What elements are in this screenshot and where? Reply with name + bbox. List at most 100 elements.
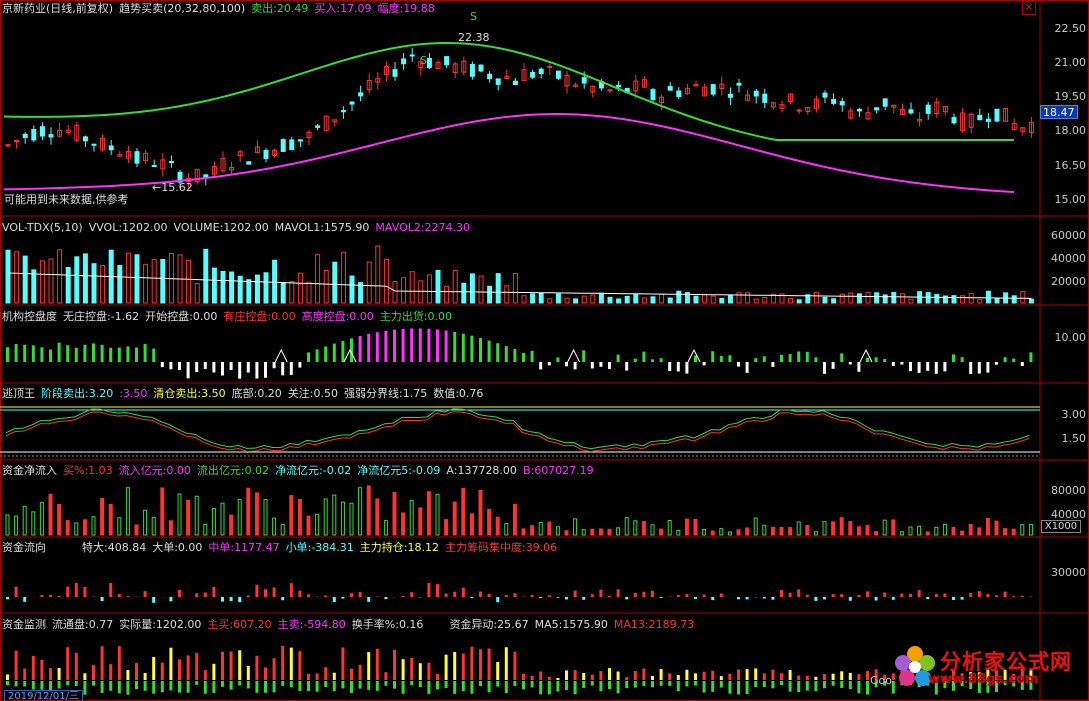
monitor-neg-bar <box>676 681 680 692</box>
control-bar <box>453 331 457 362</box>
volume-bar <box>581 295 587 304</box>
volume-bar <box>263 272 269 304</box>
control-bar <box>728 355 732 362</box>
flow-bar <box>504 595 508 597</box>
control-bar <box>195 362 199 373</box>
monitor-neg-bar <box>745 681 749 695</box>
candle-body <box>495 78 501 85</box>
monitor-neg-bar <box>23 681 27 687</box>
inflow-bar <box>168 520 173 536</box>
candle-body <box>340 110 346 113</box>
jingliu-value: 净流亿元:-0.02 <box>275 464 352 477</box>
volume-bar <box>693 295 699 304</box>
volume-bar <box>125 252 131 304</box>
volume-bar <box>203 248 209 304</box>
volume-bar <box>899 293 905 304</box>
monitor-bar <box>444 654 448 680</box>
inflow-bar <box>547 521 552 536</box>
monitor-neg-bar <box>788 681 792 692</box>
monitor-neg-bar <box>573 681 577 695</box>
candle-body <box>555 70 561 79</box>
flow-bar <box>780 590 783 597</box>
chart-canvas[interactable] <box>0 0 1089 701</box>
monitor-neg-bar <box>513 681 517 686</box>
monitor-bar <box>307 673 310 680</box>
flow-bar <box>530 594 534 597</box>
volume-header: VOL-TDX(5,10) VVOL:1202.00 VOLUME:1202.0… <box>2 221 470 235</box>
monitor-neg-bar <box>324 681 328 688</box>
inflow-bar <box>994 520 999 536</box>
volume-bar <box>194 282 200 304</box>
close-icon[interactable]: × <box>1022 1 1036 15</box>
volume-bar <box>237 275 243 304</box>
monitor-neg-bar <box>109 681 113 691</box>
control-bar <box>917 362 921 373</box>
volume-bar <box>349 275 355 304</box>
inflow-bar <box>237 498 242 536</box>
flow-bar <box>900 593 904 597</box>
control-bar <box>436 329 439 362</box>
flow-bar <box>203 592 207 597</box>
volume-bar <box>186 259 192 304</box>
inflow-bar <box>478 489 483 536</box>
monitor-bar <box>530 675 534 680</box>
inflow-bar <box>719 528 724 536</box>
monitor-bar <box>737 669 740 680</box>
monitor-neg-bar <box>608 681 611 690</box>
volume-bar <box>254 274 260 304</box>
control-bar <box>883 358 887 362</box>
axis-label: 30000 <box>1051 566 1086 579</box>
inflow-bar <box>272 517 277 536</box>
inflow-bar <box>340 501 345 536</box>
kaishi-value: 开始控盘:0.00 <box>145 310 218 323</box>
flow-bar <box>324 595 328 597</box>
inflow-bar <box>315 513 320 536</box>
control-bar <box>866 357 869 362</box>
volume-bar <box>856 293 862 304</box>
jieduan-value: 阶段卖出:3.20 <box>41 387 114 400</box>
monitor-neg-bar <box>195 681 199 686</box>
flow-bar <box>66 586 70 597</box>
candle-body <box>985 118 991 122</box>
a-value: A:137728.00 <box>446 464 517 477</box>
control-bar <box>324 346 328 362</box>
monitor-bar <box>186 655 190 680</box>
volume-bar <box>702 294 708 304</box>
inflow-bar <box>323 498 328 536</box>
inflow-bar <box>624 517 629 536</box>
flow-bar <box>470 597 474 599</box>
flow-bar <box>14 586 18 597</box>
flow-bar <box>238 597 242 603</box>
volume-bar <box>426 274 432 304</box>
flow-bar <box>195 593 199 597</box>
volume-bar <box>745 292 751 304</box>
volume-bar <box>521 295 527 304</box>
jiance-name: 资金监测 <box>2 618 46 631</box>
inflow-bar <box>418 507 423 536</box>
flow-bar <box>909 593 912 597</box>
candle-body <box>315 125 321 128</box>
inflow-bar <box>211 508 216 536</box>
control-bar <box>1003 357 1007 362</box>
axis-label: 10.00 <box>1054 331 1087 344</box>
site-watermark: 分析家公式网 www.88gs.com Goo <box>870 640 1083 700</box>
control-bar <box>393 329 396 362</box>
low-price-label: ←15.62 <box>152 181 193 195</box>
flow-direction-panel <box>6 582 1033 603</box>
monitor-bar <box>427 662 431 680</box>
control-bar <box>255 362 259 379</box>
flow-bar <box>840 594 844 597</box>
monitor-neg-bar <box>642 681 646 686</box>
candle-body <box>512 80 518 86</box>
inflow-bar <box>444 519 449 536</box>
flow-bar <box>212 586 216 597</box>
volume-bar <box>332 261 338 304</box>
inflow-bar <box>246 487 251 536</box>
monitor-neg-bar <box>410 681 414 686</box>
volume-bar <box>229 271 235 304</box>
axis-label: 18.00 <box>1054 124 1087 137</box>
volume-bar <box>908 298 914 304</box>
inflow-bar <box>538 521 543 536</box>
monitor-bar <box>169 647 173 680</box>
control-bar <box>31 345 35 362</box>
